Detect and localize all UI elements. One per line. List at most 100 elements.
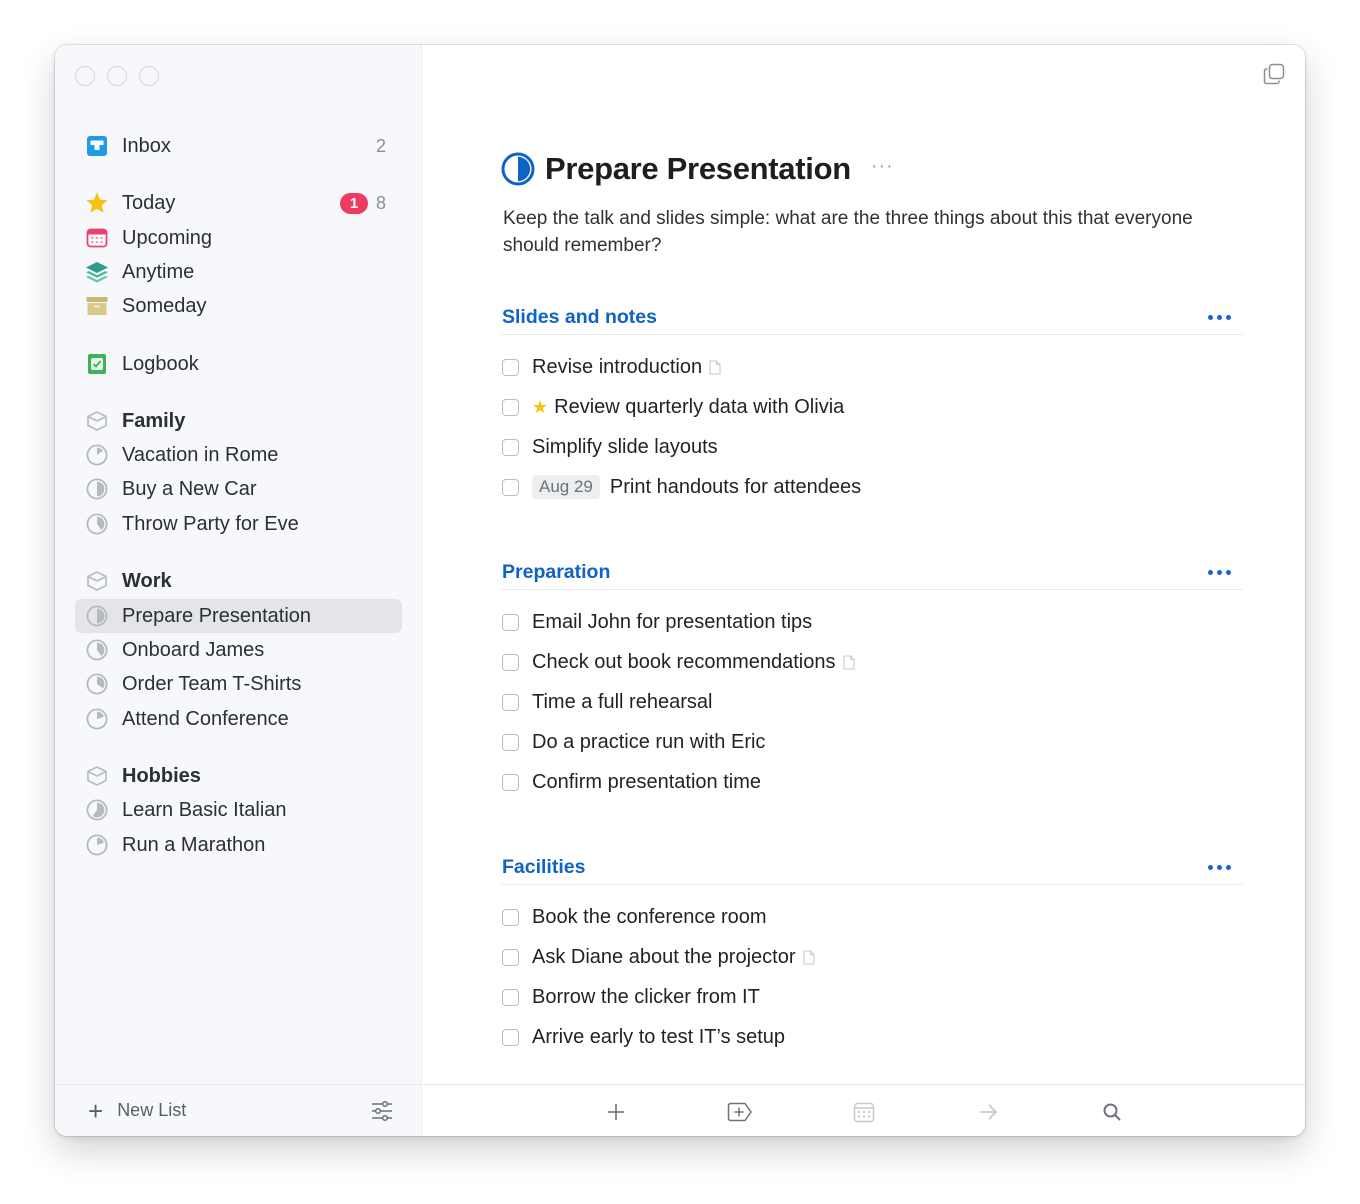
task-row[interactable]: Borrow the clicker from IT (501, 977, 1243, 1017)
sidebar-project-selected[interactable]: Prepare Presentation (75, 599, 402, 633)
sidebar-project[interactable]: Buy a New Car (75, 472, 402, 506)
project-header: Prepare Presentation ··· (501, 151, 894, 187)
task-row[interactable]: Arrive early to test IT’s setup (501, 1017, 1243, 1057)
sidebar-item-label: Someday (122, 294, 207, 317)
section-header: Facilities (501, 851, 1243, 885)
project-progress-icon (85, 604, 109, 628)
task-row[interactable]: Book the conference room (501, 897, 1243, 937)
task-title: Do a practice run with Eric (532, 730, 766, 753)
task-row[interactable]: Time a full rehearsal (501, 682, 1243, 722)
search-icon (1103, 1103, 1121, 1121)
sidebar-project[interactable]: Throw Party for Eve (75, 507, 402, 541)
task-row[interactable]: Confirm presentation time (501, 762, 1243, 802)
task-row[interactable]: Do a practice run with Eric (501, 722, 1243, 762)
sidebar-item-logbook[interactable]: Logbook (75, 347, 402, 381)
section-more-button[interactable] (1208, 865, 1231, 870)
heading-section: Preparation Email John for presentation … (501, 556, 1243, 802)
plus-icon (608, 1104, 624, 1120)
close-window-button[interactable] (75, 66, 95, 86)
sidebar-item-upcoming[interactable]: Upcoming (75, 221, 402, 255)
section-title[interactable]: Slides and notes (502, 306, 657, 329)
project-progress-icon (85, 512, 109, 536)
task-checkbox[interactable] (502, 773, 519, 791)
task-checkbox[interactable] (502, 908, 519, 926)
sidebar-item-someday[interactable]: Someday (75, 289, 402, 323)
section-title[interactable]: Facilities (502, 856, 585, 879)
note-icon (842, 653, 855, 670)
zoom-window-button[interactable] (139, 66, 159, 86)
settings-sliders-icon[interactable] (371, 1100, 393, 1122)
task-checkbox[interactable] (502, 1028, 519, 1046)
sidebar-area-family[interactable]: Family (75, 404, 402, 438)
task-checkbox[interactable] (502, 988, 519, 1006)
star-icon: ★ (532, 396, 549, 417)
duplicate-window-icon[interactable] (1263, 63, 1285, 85)
sidebar-item-inbox[interactable]: Inbox 2 (75, 129, 402, 163)
sidebar-item-label: Prepare Presentation (122, 604, 312, 627)
sidebar-project[interactable]: Vacation in Rome (75, 438, 402, 472)
project-more-button[interactable]: ··· (871, 155, 894, 178)
task-row[interactable]: Aug 29 Print handouts for attendees (501, 467, 1243, 507)
new-todo-button[interactable] (603, 1099, 629, 1125)
task-title: Time a full rehearsal (532, 690, 713, 713)
sidebar-item-anytime[interactable]: Anytime (75, 255, 402, 289)
sidebar-project[interactable]: Run a Marathon (75, 828, 402, 862)
task-title: Email John for presentation tips (532, 610, 813, 633)
area-box-icon (85, 569, 109, 593)
sidebar-project[interactable]: Attend Conference (75, 702, 402, 736)
task-row[interactable]: Check out book recommendations (501, 642, 1243, 682)
project-progress-icon (85, 707, 109, 731)
task-checkbox[interactable] (502, 398, 519, 416)
task-title: Check out book recommendations (532, 650, 836, 673)
project-notes[interactable]: Keep the talk and slides simple: what ar… (503, 205, 1203, 259)
section-title[interactable]: Preparation (502, 561, 610, 584)
move-button[interactable] (975, 1099, 1001, 1125)
sidebar-item-label: Run a Marathon (122, 833, 266, 856)
task-row[interactable]: Ask Diane about the projector (501, 937, 1243, 977)
search-button[interactable] (1099, 1099, 1125, 1125)
task-checkbox[interactable] (502, 478, 519, 496)
task-title: Book the conference room (532, 905, 767, 928)
task-row[interactable]: Simplify slide layouts (501, 427, 1243, 467)
task-title: Borrow the clicker from IT (532, 985, 760, 1008)
sidebar-item-label: Vacation in Rome (122, 443, 279, 466)
app-window: Inbox 2 Today 1 8 Upcoming Anytime Somed… (55, 45, 1305, 1136)
project-progress-icon (85, 443, 109, 467)
sidebar-project[interactable]: Order Team T-Shirts (75, 667, 402, 701)
task-row[interactable]: Revise introduction (501, 347, 1243, 387)
section-more-button[interactable] (1208, 315, 1231, 320)
sidebar-project[interactable]: Learn Basic Italian (75, 793, 402, 827)
logbook-icon (85, 352, 109, 376)
task-title: Revise introduction (532, 355, 703, 378)
sidebar-item-label: Onboard James (122, 638, 265, 661)
minimize-window-button[interactable] (107, 66, 127, 86)
sidebar-area-hobbies[interactable]: Hobbies (75, 759, 402, 793)
task-checkbox[interactable] (502, 358, 519, 376)
section-more-button[interactable] (1208, 570, 1231, 575)
sidebar-item-label: Inbox (122, 134, 171, 157)
sidebar-project[interactable]: Onboard James (75, 633, 402, 667)
task-checkbox[interactable] (502, 613, 519, 631)
project-progress-icon (85, 672, 109, 696)
task-row[interactable]: ★ Review quarterly data with Olivia (501, 387, 1243, 427)
task-checkbox[interactable] (502, 693, 519, 711)
project-progress-icon (501, 152, 535, 186)
sidebar-item-label: Today (122, 191, 176, 214)
project-view: Prepare Presentation ··· Keep the talk a… (423, 45, 1305, 1136)
task-checkbox[interactable] (502, 653, 519, 671)
task-checkbox[interactable] (502, 438, 519, 456)
new-heading-button[interactable] (727, 1099, 753, 1125)
task-row[interactable]: Email John for presentation tips (501, 602, 1243, 642)
note-icon (709, 358, 721, 375)
when-button[interactable] (851, 1099, 877, 1125)
project-title[interactable]: Prepare Presentation (545, 151, 851, 187)
new-list-button[interactable]: + New List (88, 1098, 186, 1124)
today-count: 8 (375, 192, 386, 213)
sidebar-area-work[interactable]: Work (75, 564, 402, 598)
sidebar-item-label: Family (122, 409, 186, 432)
task-checkbox[interactable] (502, 948, 519, 966)
arrow-right-icon (980, 1104, 998, 1120)
sidebar-item-label: Anytime (122, 260, 195, 283)
task-checkbox[interactable] (502, 733, 519, 751)
sidebar-item-today[interactable]: Today 1 8 (75, 186, 402, 220)
